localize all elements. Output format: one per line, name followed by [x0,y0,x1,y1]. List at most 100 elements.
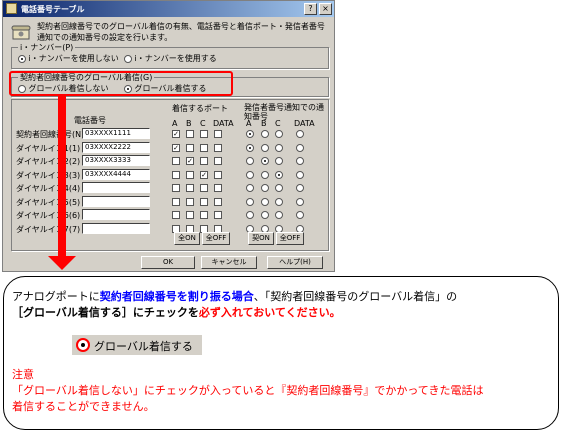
notify-radio[interactable] [275,157,283,165]
port-checkbox[interactable] [200,211,208,219]
notify-radio[interactable] [275,184,283,192]
row-label: ダイヤルイン1(1) [16,143,81,153]
notify-radio[interactable] [246,130,254,138]
notify-radio[interactable] [261,197,269,206]
port-checkbox[interactable] [172,170,180,179]
arrow-down-icon [48,256,76,270]
sample-label: グローバル着信する [94,340,193,353]
port-checkbox[interactable] [186,130,194,138]
port-checkbox[interactable]: ✓ [172,143,180,152]
all-on-button[interactable]: 全ON [174,232,200,245]
port-checkbox[interactable]: ✓ [186,157,194,165]
notify-radio[interactable] [296,211,304,219]
caution-line2: 着信することができません。 [12,400,155,413]
notify-letter-b: B [261,119,267,128]
port-checkbox[interactable] [214,211,222,219]
port-checkbox[interactable] [214,157,222,165]
port-checkbox[interactable] [214,143,222,152]
title-bar: 電話番号テーブル ? × [3,1,334,17]
notify-letter-c: C [275,119,281,128]
notify-radio[interactable] [296,197,304,206]
notify-radio[interactable] [296,143,304,152]
phone-number-input[interactable]: 03XXXX4444 [82,168,150,180]
port-checkbox[interactable] [214,184,222,192]
inumber-on-radio[interactable] [124,54,132,63]
contract-on-button[interactable]: 契ON [248,232,274,245]
inumber-on-option[interactable]: i・ナンバーを使用する [124,53,217,64]
notify-radio[interactable] [261,130,269,138]
notify-radio[interactable] [296,184,304,192]
notify-radio[interactable] [246,184,254,192]
port-checkbox[interactable] [186,184,194,192]
phone-table-window: 電話番号テーブル ? × 契約者回線番号でのグローバル着信の有無、電話番号と着信… [2,0,335,272]
port-checkbox[interactable] [186,211,194,219]
port-checkbox[interactable] [200,130,208,138]
port-letter-data: DATA [213,119,234,128]
note-line2-red: 必ず入れておいてください。 [198,306,341,319]
notify-radio[interactable] [246,143,254,152]
inumber-on-label: i・ナンバーを使用する [134,54,217,63]
phone-number-input[interactable] [82,209,150,220]
port-checkbox[interactable] [200,157,208,165]
notify-radio[interactable] [246,157,254,165]
notify-radio[interactable] [261,211,269,219]
window-title: 電話番号テーブル [21,5,85,14]
notify-radio[interactable] [246,211,254,219]
note-line1: アナログポートに契約者回線番号を割り振る場合、「契約者回線番号のグローバル着信」… [12,289,552,305]
close-icon[interactable]: × [319,3,332,15]
port-letter-c: C [200,119,206,128]
port-checkbox[interactable] [214,170,222,179]
notify-radio[interactable] [275,143,283,152]
inumber-group: i・ナンバー(P) i・ナンバーを使用しない i・ナンバーを使用する [11,42,329,69]
phone-number-input[interactable] [82,195,150,207]
row-label: ダイヤルイン6(6) [16,211,81,220]
port-checkbox[interactable] [186,170,194,179]
port-checkbox[interactable]: ✓ [200,170,208,179]
ok-button[interactable]: OK [141,256,195,269]
notify-radio[interactable] [261,170,269,179]
notify-radio[interactable] [296,170,304,179]
port-checkbox[interactable] [200,184,208,192]
notify-radio[interactable] [275,197,283,206]
notify-letter-a: A [246,119,252,128]
notify-radio[interactable] [275,211,283,219]
notify-radio[interactable] [275,130,283,138]
notify-radio[interactable] [261,143,269,152]
notify-radio[interactable] [261,157,269,165]
notify-radio[interactable] [246,197,254,206]
notify-radio[interactable] [275,170,283,179]
port-checkbox[interactable] [172,157,180,165]
port-checkbox[interactable] [186,197,194,206]
phone-number-input[interactable]: 03XXXX2222 [82,141,150,153]
port-checkbox[interactable] [200,143,208,152]
notify-radio[interactable] [246,170,254,179]
port-checkbox[interactable]: ✓ [172,130,180,138]
port-checkbox[interactable] [214,130,222,138]
sample-global-on: グローバル着信する [72,335,202,355]
row-label: ダイヤルイン3(3) [16,170,81,180]
notify-radio[interactable] [296,157,304,165]
notify-radio[interactable] [296,130,304,138]
inumber-off-option[interactable]: i・ナンバーを使用しない [18,53,119,64]
note-line1-pre: アナログポートに [12,290,100,303]
help-icon[interactable]: ? [304,3,317,15]
phone-number-input[interactable]: 03XXXX1111 [82,128,150,139]
port-checkbox[interactable] [214,197,222,206]
port-checkbox[interactable] [172,197,180,206]
arrow-shaft [58,96,66,258]
notify-radio[interactable] [261,184,269,192]
cancel-button[interactable]: キャンセル [201,256,257,269]
port-checkbox[interactable] [172,211,180,219]
all-off-button[interactable]: 全OFF [202,232,230,245]
telephone-icon [11,25,31,40]
phone-number-input[interactable] [82,182,150,193]
notify-all-off-button[interactable]: 全OFF [276,232,304,245]
row-label: ダイヤルイン5(5) [16,197,81,207]
port-checkbox[interactable] [200,197,208,206]
phone-number-input[interactable] [82,222,150,234]
port-checkbox[interactable] [172,184,180,192]
phone-number-input[interactable]: 03XXXX3333 [82,155,150,166]
port-checkbox[interactable] [186,143,194,152]
inumber-off-radio[interactable] [18,54,26,63]
help-button[interactable]: ヘルプ(H) [267,256,323,269]
